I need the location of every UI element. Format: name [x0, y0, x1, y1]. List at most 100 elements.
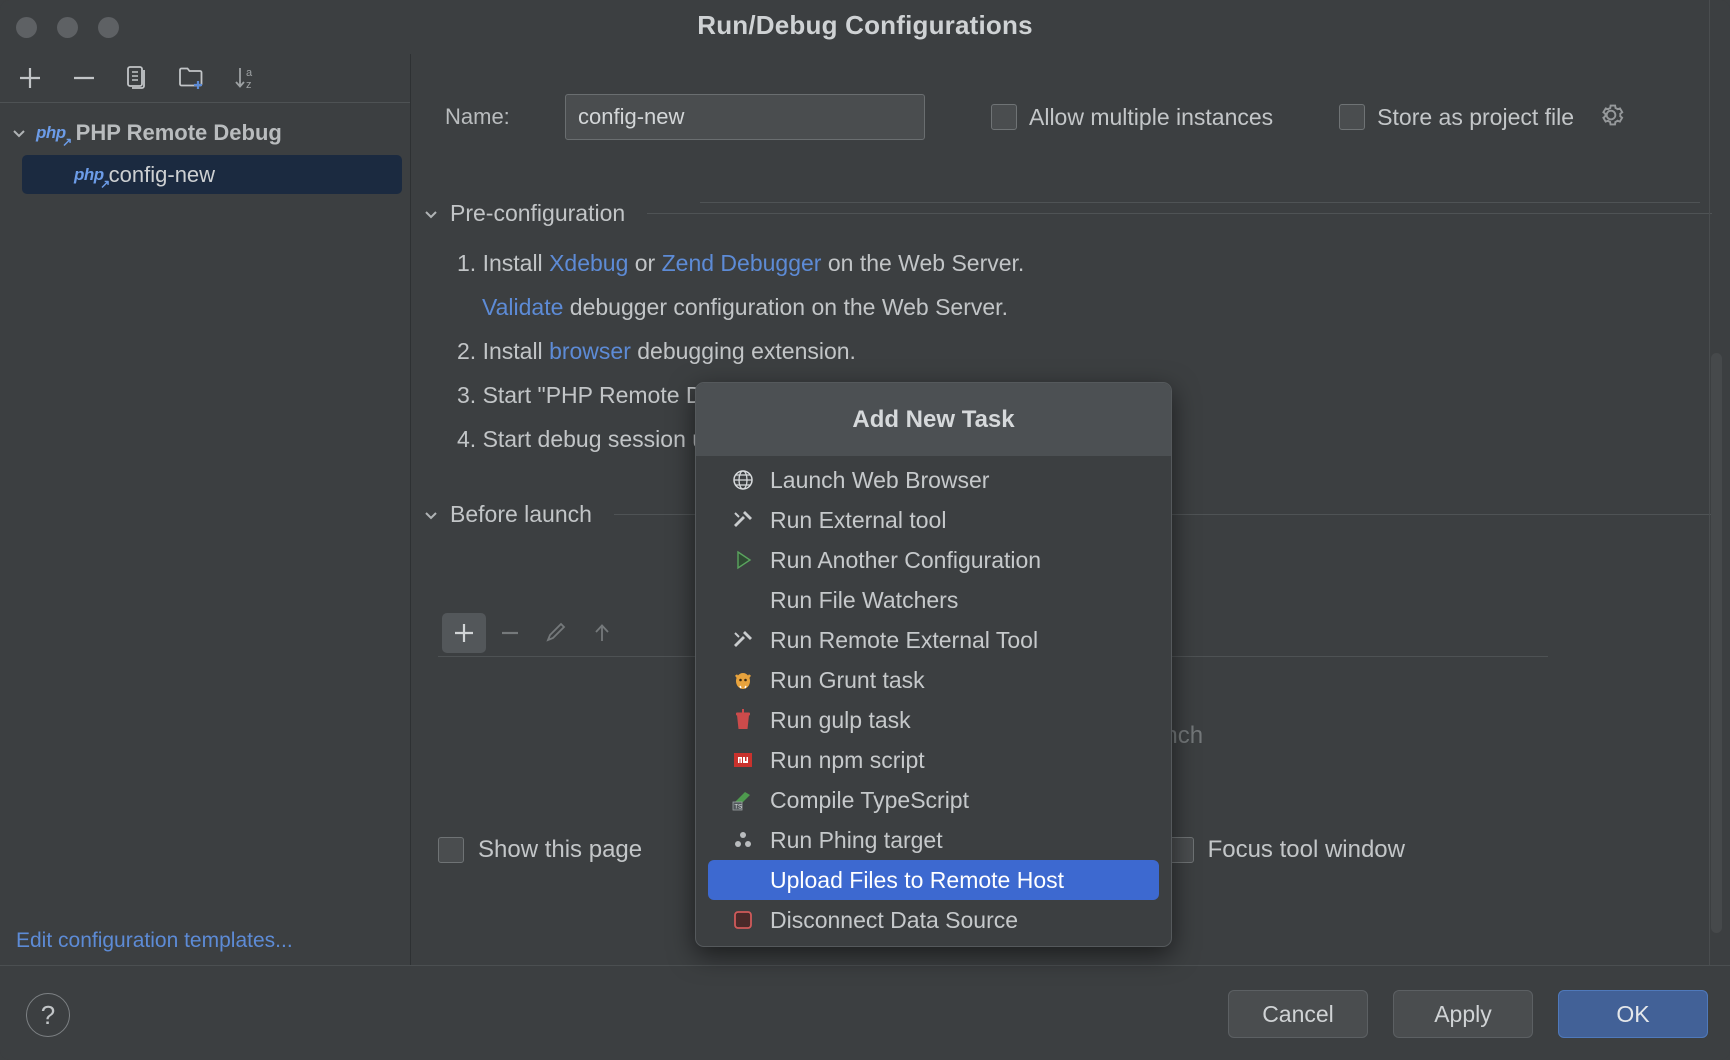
popup-menu-list: Launch Web Browser Run External tool Run A… — [696, 456, 1171, 946]
popup-menu-item-label: Run File Watchers — [770, 586, 959, 613]
popup-menu-item[interactable]: Run Another Configuration — [708, 540, 1159, 580]
configurations-tree: php ↗ PHP Remote Debug php ↗ config-new — [0, 103, 410, 194]
popup-menu-item[interactable]: Run Phing target — [708, 820, 1159, 860]
phing-icon — [730, 827, 756, 853]
section-divider — [647, 213, 1712, 214]
popup-menu-item-label: Disconnect Data Source — [770, 906, 1019, 933]
before-launch-title: Before launch — [450, 501, 592, 527]
cancel-button[interactable]: Cancel — [1228, 990, 1368, 1038]
popup-menu-item-label: Upload Files to Remote Host — [770, 866, 1065, 893]
gear-icon[interactable] — [1596, 100, 1626, 135]
sort-configurations-button[interactable]: a z — [224, 58, 268, 98]
popup-menu-item[interactable]: Run Grunt task — [708, 660, 1159, 700]
name-row: Name: Allow multiple instances Store as … — [412, 94, 1730, 140]
step-text: or — [628, 250, 662, 276]
store-as-project-file-label: Store as project file — [1377, 103, 1575, 130]
datasource-icon — [730, 907, 756, 933]
vertical-scrollbar[interactable] — [1711, 353, 1722, 933]
step-text: debugger configuration on the Web Server… — [563, 294, 1008, 320]
php-icon: php ↗ — [36, 123, 72, 149]
gulp-icon — [730, 707, 756, 733]
popup-menu-item[interactable]: Run npm script — [708, 740, 1159, 780]
pre-configuration-title: Pre-configuration — [450, 200, 626, 226]
popup-menu-item[interactable]: TS Compile TypeScript — [708, 780, 1159, 820]
tree-group-php-remote-debug[interactable]: php ↗ PHP Remote Debug — [0, 113, 410, 153]
focus-tool-window-label: Focus tool window — [1207, 836, 1405, 863]
pre-configuration-step: 2. Install browser debugging extension. — [457, 329, 1730, 373]
step-link[interactable]: browser — [549, 338, 631, 364]
step-number: 1. — [457, 250, 483, 276]
popup-menu-item[interactable]: Run Remote External Tool — [708, 620, 1159, 660]
popup-menu-item-label: Run npm script — [770, 746, 925, 773]
tree-group-label: PHP Remote Debug — [75, 120, 282, 145]
apply-button[interactable]: Apply — [1393, 990, 1533, 1038]
pre-configuration-step: Validate debugger configuration on the W… — [457, 285, 1730, 329]
popup-menu-item[interactable]: Run File Watchers — [708, 580, 1159, 620]
checkbox-box[interactable] — [991, 104, 1017, 130]
popup-menu-item[interactable]: Disconnect Data Source — [708, 900, 1159, 940]
dialog-footer: ? Cancel Apply OK — [0, 965, 1730, 1060]
popup-menu-item-label: Run Phing target — [770, 826, 943, 853]
step-link[interactable]: Zend Debugger — [662, 250, 822, 276]
remove-configuration-button[interactable] — [62, 58, 106, 98]
grunt-icon — [730, 667, 756, 693]
tools-icon — [730, 627, 756, 653]
focus-tool-window-option: Focus tool window — [1167, 836, 1405, 864]
configurations-panel: a z php ↗ PHP Remote Debug php ↗ config-ne… — [0, 54, 411, 965]
chevron-down-icon[interactable] — [420, 504, 442, 526]
step-text: debugging extension. — [630, 338, 856, 364]
popup-menu-item-label: Run gulp task — [770, 706, 911, 733]
none — [730, 587, 756, 613]
chevron-down-icon[interactable] — [420, 203, 442, 225]
php-icon: php ↗ — [74, 164, 110, 191]
run-debug-configurations-dialog: Run/Debug Configurations a z php ↗ PHP R… — [0, 0, 1730, 1060]
allow-multiple-instances-label: Allow multiple instances — [1029, 103, 1274, 130]
popup-menu-item-label: Launch Web Browser — [770, 466, 990, 493]
popup-menu-item[interactable]: Run External tool — [708, 500, 1159, 540]
store-as-project-file-checkbox[interactable]: Store as project file — [1339, 100, 1626, 135]
checkbox-box[interactable] — [1339, 104, 1366, 130]
pre-configuration-section-header[interactable]: Pre-configuration — [412, 200, 1730, 227]
step-link[interactable]: Validate — [482, 294, 563, 320]
popup-menu-item-label: Run External tool — [770, 506, 947, 533]
chevron-down-icon[interactable] — [8, 122, 30, 144]
help-button[interactable]: ? — [26, 993, 70, 1037]
window-title: Run/Debug Configurations — [697, 10, 1033, 40]
name-input[interactable] — [565, 94, 925, 140]
configurations-toolbar: a z — [0, 54, 410, 103]
move-up-task-button[interactable] — [580, 613, 624, 653]
copy-configuration-button[interactable] — [116, 58, 160, 98]
popup-menu-item-label: Run Grunt task — [770, 666, 925, 693]
popup-menu-item[interactable]: Run gulp task — [708, 700, 1159, 740]
name-divider — [700, 202, 1700, 203]
edit-configuration-templates-link[interactable]: Edit configuration templates... — [16, 929, 293, 953]
remove-task-button[interactable] — [488, 613, 532, 653]
footer-buttons: Cancel Apply OK — [1228, 990, 1708, 1038]
add-task-button[interactable] — [442, 612, 486, 653]
play-triangle-icon — [730, 547, 756, 573]
show-this-page-checkbox[interactable] — [438, 837, 464, 863]
step-number: 3. — [457, 382, 483, 408]
popup-menu-item[interactable]: Launch Web Browser — [708, 460, 1159, 500]
popup-menu-item[interactable]: Upload Files to Remote Host — [708, 860, 1159, 900]
tree-item-label: config-new — [108, 161, 216, 187]
npm-icon — [730, 747, 756, 773]
add-new-task-popup: Add New Task Launch Web Browser Run Exter… — [695, 382, 1172, 947]
add-configuration-button[interactable] — [8, 58, 52, 98]
step-number: 4. — [457, 426, 483, 452]
step-link[interactable]: Xdebug — [549, 250, 628, 276]
title-bar: Run/Debug Configurations — [0, 0, 1730, 54]
tree-item-config-new[interactable]: php ↗ config-new — [22, 155, 402, 194]
none — [730, 867, 756, 893]
svg-text:TS: TS — [734, 804, 742, 810]
popup-title: Add New Task — [696, 383, 1171, 456]
allow-multiple-instances-checkbox[interactable]: Allow multiple instances — [991, 104, 1273, 131]
step-text: Install — [482, 338, 550, 364]
step-number: 2. — [457, 338, 483, 364]
globe-icon — [730, 467, 756, 493]
ok-button[interactable]: OK — [1558, 990, 1708, 1038]
new-folder-button[interactable] — [170, 58, 214, 98]
typescript-icon: TS — [730, 787, 756, 813]
step-text: on the Web Server. — [821, 250, 1025, 276]
edit-task-button[interactable] — [534, 613, 578, 653]
